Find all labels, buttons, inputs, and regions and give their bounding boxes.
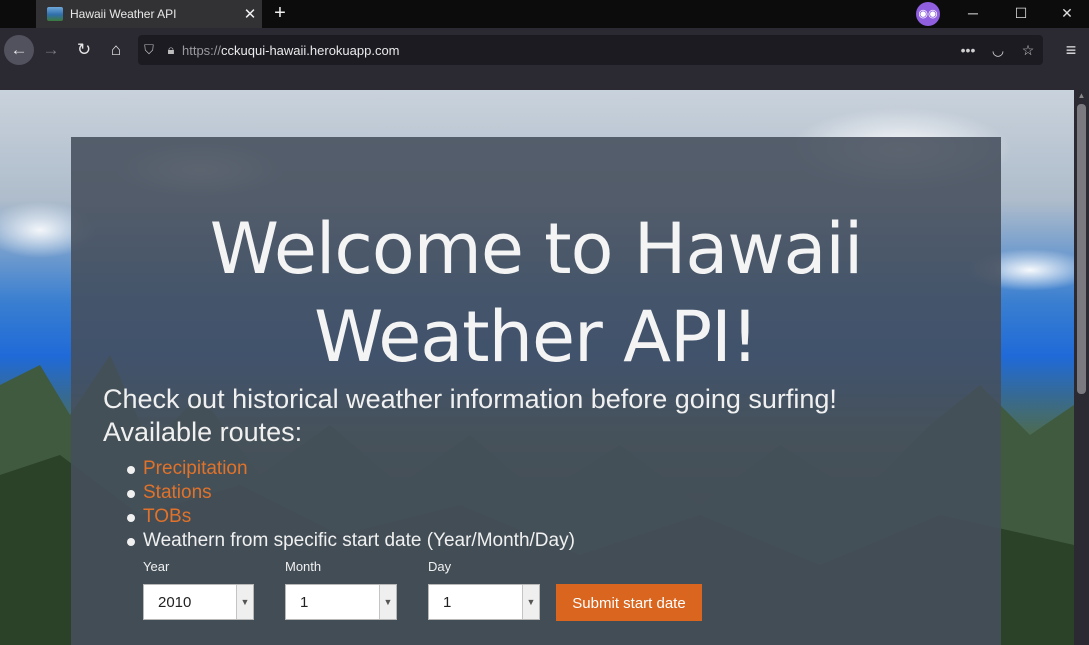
chevron-down-icon[interactable]: ▼ — [236, 585, 253, 619]
page-title: Welcome to Hawaii Weather API! — [209, 208, 864, 378]
year-label: Year — [143, 559, 170, 574]
hamburger-menu-icon[interactable]: ≡ — [1056, 35, 1086, 65]
lock-icon[interactable]: 🔒︎ — [160, 42, 182, 58]
month-label: Month — [285, 559, 322, 574]
forward-button[interactable]: → — [36, 35, 66, 65]
month-select[interactable]: 1 ▼ — [285, 584, 397, 620]
chevron-down-icon[interactable]: ▼ — [522, 585, 539, 619]
year-field: Year — [143, 559, 169, 575]
page-actions-icon[interactable]: ••• — [953, 42, 983, 58]
day-select[interactable]: 1 ▼ — [428, 584, 540, 620]
reload-button[interactable]: ↻ — [69, 35, 99, 65]
page-viewport: Welcome to Hawaii Weather API! Check out… — [0, 90, 1074, 645]
navigation-toolbar: ← → ↻ ⌂ ⛉ 🔒︎ https://cckuqui-hawaii.hero… — [0, 28, 1089, 73]
route-item: TOBs — [127, 505, 575, 529]
address-bar[interactable]: ⛉ 🔒︎ https://cckuqui-hawaii.herokuapp.co… — [138, 35, 1043, 65]
toolbar-divider — [0, 73, 1089, 91]
tab-title: Hawaii Weather API — [70, 7, 177, 21]
browser-tab[interactable]: Hawaii Weather API ✕ — [36, 0, 262, 28]
maximize-button[interactable]: ☐ — [998, 0, 1044, 28]
day-label: Day — [428, 559, 452, 574]
favicon-icon — [47, 7, 63, 21]
url-scheme: https:// — [182, 42, 222, 58]
home-button[interactable]: ⌂ — [101, 35, 131, 65]
scrollbar-thumb[interactable] — [1077, 104, 1086, 394]
shield-icon[interactable]: ⛉ — [138, 42, 160, 58]
month-value: 1 — [300, 593, 309, 611]
intro-text: Check out historical weather information… — [103, 383, 837, 449]
year-value: 2010 — [158, 593, 192, 611]
route-item: Stations — [127, 481, 575, 505]
tobs-link[interactable]: TOBs — [143, 506, 191, 527]
submit-start-date-button[interactable]: Submit start date — [556, 584, 702, 621]
welcome-card: Welcome to Hawaii Weather API! Check out… — [71, 137, 1001, 645]
route-item: Precipitation — [127, 457, 575, 481]
day-value: 1 — [443, 593, 452, 611]
stations-link[interactable]: Stations — [143, 482, 212, 503]
intro-line: Check out historical weather information… — [103, 384, 837, 414]
private-browsing-icon: ◉◉ — [916, 2, 940, 26]
url-text[interactable]: https://cckuqui-hawaii.herokuapp.com — [182, 43, 953, 58]
day-field: Day — [428, 559, 451, 575]
tab-bar: Hawaii Weather API ✕ + ◉◉ ─ ☐ ✕ — [0, 0, 1089, 28]
year-select[interactable]: 2010 ▼ — [143, 584, 254, 620]
chevron-down-icon[interactable]: ▼ — [379, 585, 396, 619]
routes-heading: Available routes: — [103, 417, 303, 447]
minimize-button[interactable]: ─ — [950, 0, 996, 28]
new-tab-button[interactable]: + — [268, 1, 292, 25]
precipitation-link[interactable]: Precipitation — [143, 458, 248, 479]
route-item-start-date: Weathern from specific start date (Year/… — [127, 529, 575, 553]
page-scrollbar[interactable]: ▲ — [1074, 90, 1089, 645]
bookmark-star-icon[interactable]: ☆ — [1013, 42, 1043, 59]
close-tab-icon[interactable]: ✕ — [238, 5, 262, 23]
close-window-button[interactable]: ✕ — [1044, 0, 1089, 28]
month-field: Month — [285, 559, 321, 575]
scroll-up-icon[interactable]: ▲ — [1074, 90, 1089, 102]
routes-list: Precipitation Stations TOBs Weathern fro… — [127, 457, 575, 553]
back-button[interactable]: ← — [4, 35, 34, 65]
url-host: cckuqui-hawaii.herokuapp.com — [221, 42, 400, 58]
pocket-icon[interactable]: ◡ — [983, 42, 1013, 59]
